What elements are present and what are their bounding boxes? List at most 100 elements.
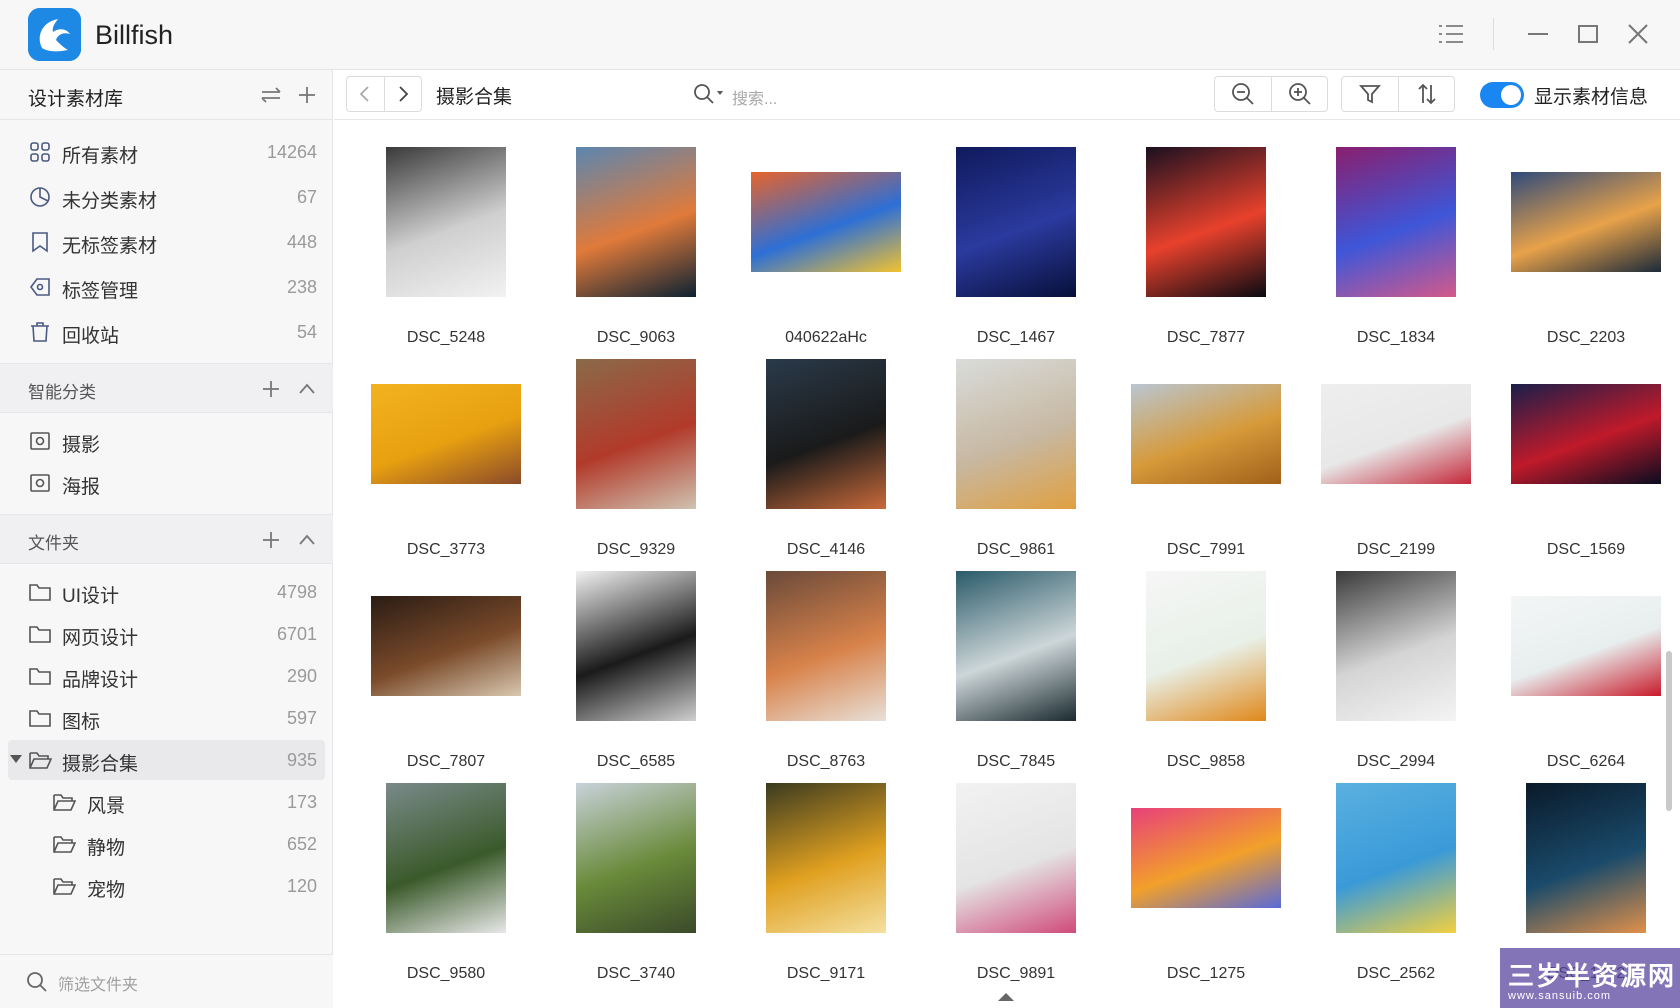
asset-card[interactable]: DSC_8763: [731, 561, 921, 773]
asset-thumbnail[interactable]: [766, 359, 886, 509]
asset-card[interactable]: DSC_9329: [541, 349, 731, 561]
asset-thumbnail[interactable]: [576, 359, 696, 509]
nav-all-assets[interactable]: 所有素材 14264: [8, 132, 325, 172]
asset-card[interactable]: DSC_9861: [921, 349, 1111, 561]
asset-card[interactable]: DSC_2562: [1301, 773, 1491, 985]
asset-card[interactable]: DSC_1569: [1491, 349, 1680, 561]
asset-card[interactable]: DSC_7991: [1111, 349, 1301, 561]
search-dropdown-icon[interactable]: [692, 82, 728, 111]
asset-thumbnail[interactable]: [1511, 596, 1661, 696]
asset-card[interactable]: DSC_9063: [541, 137, 731, 349]
asset-thumbnail[interactable]: [1131, 808, 1281, 908]
asset-card[interactable]: DSC_5248: [351, 137, 541, 349]
asset-card[interactable]: DSC_9171: [731, 773, 921, 985]
asset-card[interactable]: DSC_9891: [921, 773, 1111, 985]
add-smart-category-icon[interactable]: [258, 376, 284, 402]
maximize-button[interactable]: [1570, 16, 1606, 52]
asset-thumbnail[interactable]: [1336, 147, 1456, 297]
folder-filter-placeholder[interactable]: 筛选文件夹: [58, 971, 138, 995]
asset-card[interactable]: DSC_1834: [1301, 137, 1491, 349]
scroll-up-arrow-icon[interactable]: [998, 993, 1014, 1001]
smart-item-poster[interactable]: 海报: [8, 463, 325, 503]
add-library-icon[interactable]: [294, 82, 320, 108]
asset-filename: DSC_1834: [1356, 329, 1436, 346]
asset-thumbnail[interactable]: [1131, 384, 1281, 484]
folder-still-life[interactable]: 静物 652: [8, 824, 325, 864]
asset-thumbnail[interactable]: [1321, 384, 1471, 484]
asset-thumbnail[interactable]: [956, 147, 1076, 297]
asset-thumbnail[interactable]: [956, 571, 1076, 721]
asset-card[interactable]: DSC_2994: [1301, 561, 1491, 773]
asset-thumbnail[interactable]: [1511, 384, 1661, 484]
asset-thumbnail[interactable]: [1336, 571, 1456, 721]
asset-thumbnail[interactable]: [576, 571, 696, 721]
asset-thumbnail[interactable]: [386, 783, 506, 933]
asset-thumbnail[interactable]: [1511, 172, 1661, 272]
asset-card[interactable]: DSC_6585: [541, 561, 731, 773]
nav-untagged[interactable]: 无标签素材 448: [8, 222, 325, 262]
asset-card[interactable]: DSC_9580: [351, 773, 541, 985]
asset-thumbnail[interactable]: [386, 147, 506, 297]
filter-button[interactable]: [1342, 77, 1398, 111]
expand-caret-icon[interactable]: [10, 755, 22, 763]
asset-thumbnail[interactable]: [1146, 147, 1266, 297]
asset-card[interactable]: DSC_3740: [541, 773, 731, 985]
folder-ui-design[interactable]: UI设计 4798: [8, 572, 325, 612]
folder-photography-collection[interactable]: 摄影合集 935: [8, 740, 325, 780]
asset-card[interactable]: DSC_4146: [731, 349, 921, 561]
search-bar[interactable]: 搜索...: [692, 80, 992, 110]
asset-thumbnail[interactable]: [576, 147, 696, 297]
folders-header[interactable]: 文件夹: [0, 514, 333, 564]
collapse-chevron-icon[interactable]: [294, 376, 320, 402]
asset-card[interactable]: DSC_1275: [1111, 773, 1301, 985]
asset-thumbnail[interactable]: [751, 172, 901, 272]
folder-web-design[interactable]: 网页设计 6701: [8, 614, 325, 654]
asset-card[interactable]: DSC_7845: [921, 561, 1111, 773]
asset-thumbnail[interactable]: [766, 783, 886, 933]
smart-category-header[interactable]: 智能分类: [0, 363, 333, 413]
nav-tag-management[interactable]: 标签管理 238: [8, 267, 325, 307]
asset-card[interactable]: DSC_9858: [1111, 561, 1301, 773]
asset-card[interactable]: DSC_6264: [1491, 561, 1680, 773]
folder-brand-design[interactable]: 品牌设计 290: [8, 656, 325, 696]
asset-thumbnail[interactable]: [1336, 783, 1456, 933]
asset-card[interactable]: DSC_2203: [1491, 137, 1680, 349]
search-input[interactable]: 搜索...: [732, 85, 777, 109]
library-title[interactable]: 设计素材库: [28, 84, 123, 111]
show-info-toggle[interactable]: [1480, 82, 1524, 108]
nav-trash[interactable]: 回收站 54: [8, 312, 325, 352]
asset-thumbnail[interactable]: [576, 783, 696, 933]
asset-card[interactable]: DSC_7807: [351, 561, 541, 773]
asset-thumbnail[interactable]: [1526, 783, 1646, 933]
forward-button[interactable]: [383, 77, 421, 111]
folder-scenery[interactable]: 风景 173: [8, 782, 325, 822]
folder-pets[interactable]: 宠物 120: [8, 866, 325, 906]
asset-card[interactable]: DSC_7877: [1111, 137, 1301, 349]
show-info-label: 显示素材信息: [1534, 87, 1649, 108]
asset-card[interactable]: DSC_2199: [1301, 349, 1491, 561]
minimize-button[interactable]: [1520, 16, 1556, 52]
asset-thumbnail[interactable]: [371, 596, 521, 696]
back-button[interactable]: [347, 77, 384, 111]
asset-thumbnail[interactable]: [766, 571, 886, 721]
nav-uncategorized[interactable]: 未分类素材 67: [8, 177, 325, 217]
folder-filter-search[interactable]: 筛选文件夹: [0, 954, 333, 1008]
zoom-out-button[interactable]: [1215, 77, 1271, 111]
zoom-in-button[interactable]: [1271, 77, 1327, 111]
smart-item-photography[interactable]: 摄影: [8, 421, 325, 461]
folder-icons[interactable]: 图标 597: [8, 698, 325, 738]
asset-thumbnail[interactable]: [956, 783, 1076, 933]
asset-card[interactable]: 040622aHc: [731, 137, 921, 349]
asset-card[interactable]: DSC_1467: [921, 137, 1111, 349]
collapse-chevron-icon[interactable]: [294, 527, 320, 553]
library-header[interactable]: 设计素材库: [0, 70, 333, 120]
add-folder-icon[interactable]: [258, 527, 284, 553]
asset-card[interactable]: DSC_3773: [351, 349, 541, 561]
asset-thumbnail[interactable]: [371, 384, 521, 484]
close-button[interactable]: [1620, 16, 1656, 52]
sort-button[interactable]: [1398, 77, 1454, 111]
asset-thumbnail[interactable]: [1146, 571, 1266, 721]
asset-thumbnail[interactable]: [956, 359, 1076, 509]
menu-list-icon[interactable]: [1433, 16, 1469, 52]
switch-library-icon[interactable]: [258, 82, 284, 108]
